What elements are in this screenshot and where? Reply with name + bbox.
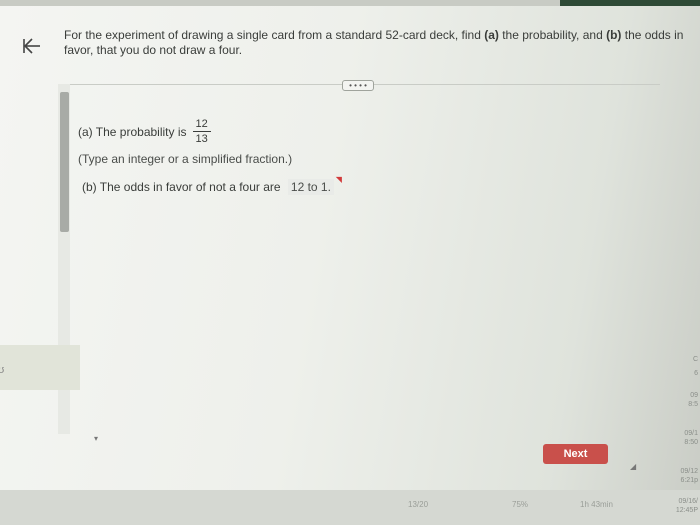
right-panel-item: 8:50 (684, 439, 698, 446)
right-panel-item: 6:21p (680, 477, 698, 484)
question-middle: the probability, and (498, 28, 607, 42)
right-panel-item: 09 (690, 392, 698, 399)
flag-icon: ◥ (335, 175, 342, 184)
fraction-bar (192, 131, 211, 132)
question-text: For the experiment of drawing a single c… (64, 28, 684, 58)
time-remaining: 1h 43min (580, 500, 613, 509)
right-panel-item: 09/12 (680, 468, 698, 475)
swirl-icon: ʊ (0, 364, 5, 376)
odds-answer-value: 12 to 1. (290, 180, 331, 194)
right-panel-item: 12:45P (675, 507, 698, 514)
part-a-label: (a) The probability is (78, 124, 187, 139)
right-panel-item: 09/16/ (678, 498, 698, 505)
part-b-label: (b) The odds in favor of not a four are (82, 180, 281, 194)
odds-answer-field[interactable]: 12 to 1. ◥ (287, 175, 342, 195)
scrollbar-thumb[interactable] (60, 92, 69, 232)
probability-fraction[interactable]: 12 13 (192, 118, 211, 145)
fraction-numerator: 12 (195, 118, 208, 130)
part-a-marker: (a) (484, 28, 499, 42)
page-indicator: 13/20 (408, 500, 429, 509)
part-b-row: (b) The odds in favor of not a four are … (82, 175, 342, 195)
screen: For the experiment of drawing a single c… (0, 0, 700, 525)
chevron-down-icon[interactable]: ▾ (94, 434, 98, 443)
back-button[interactable] (18, 32, 46, 60)
part-a-row: (a) The probability is 12 13 (78, 118, 211, 145)
top-bar-accent (560, 0, 700, 6)
question-prefix: For the experiment of drawing a single c… (64, 28, 485, 42)
next-button[interactable]: Next (543, 444, 608, 464)
dropdown-arrow-icon[interactable]: ◢ (630, 462, 636, 471)
part-a-hint: (Type an integer or a simplified fractio… (78, 152, 293, 166)
part-b-marker: (b) (606, 28, 622, 42)
fraction-denominator: 13 (195, 133, 208, 145)
right-panel-item: C (692, 356, 698, 363)
left-panel-strip (0, 345, 80, 390)
right-panel-item: 09/1 (684, 430, 698, 437)
progress-percent: 75% (512, 500, 529, 509)
right-panel-item: 6 (694, 370, 698, 377)
right-panel-item: 8:5 (688, 401, 698, 408)
back-arrow-icon (23, 38, 40, 54)
right-panel: C 6 09 8:5 09/1 8:50 09/12 6:21p 09/16/ … (675, 350, 700, 525)
expand-button[interactable]: • • • • (342, 80, 374, 91)
